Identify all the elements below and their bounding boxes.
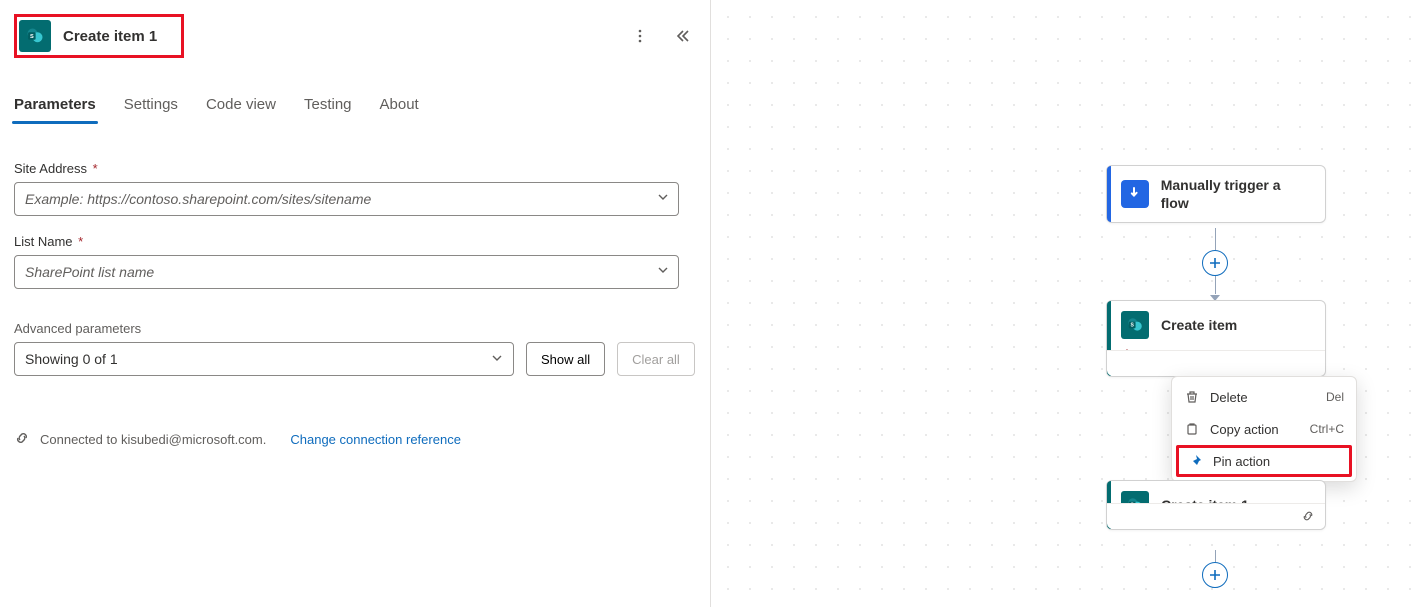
card-footer	[1107, 350, 1325, 376]
menu-delete-label: Delete	[1210, 390, 1248, 405]
add-step-button[interactable]	[1202, 250, 1228, 276]
tab-code-view[interactable]: Code view	[206, 96, 276, 123]
link-icon	[1301, 509, 1315, 528]
sharepoint-icon: S	[1121, 311, 1149, 339]
tab-testing[interactable]: Testing	[304, 96, 352, 123]
connector-line	[1215, 550, 1216, 562]
required-marker: *	[93, 161, 98, 176]
flow-canvas[interactable]: Manually trigger a flow S Create item	[710, 0, 1423, 607]
required-marker: *	[78, 234, 83, 249]
trigger-title: Manually trigger a flow	[1161, 176, 1311, 212]
panel-header-actions	[628, 24, 696, 48]
create-item-1-card[interactable]: S Create item 1	[1106, 480, 1326, 530]
trigger-card[interactable]: Manually trigger a flow	[1106, 165, 1326, 223]
menu-copy[interactable]: Copy action Ctrl+C	[1172, 413, 1356, 445]
create-item-card[interactable]: S Create item Invalid parameters	[1106, 300, 1326, 377]
menu-delete-shortcut: Del	[1326, 390, 1344, 404]
advanced-showing-select[interactable]: Showing 0 of 1	[14, 342, 514, 376]
svg-text:S: S	[30, 34, 34, 40]
menu-delete[interactable]: Delete Del	[1172, 381, 1356, 413]
tab-about[interactable]: About	[380, 96, 419, 123]
site-address-label: Site Address	[14, 161, 87, 176]
context-menu: Delete Del Copy action Ctrl+C Pin action	[1171, 376, 1357, 482]
menu-pin-label: Pin action	[1213, 454, 1270, 469]
create-item-title: Create item	[1161, 316, 1237, 334]
clipboard-icon	[1184, 421, 1200, 437]
advanced-showing-text: Showing 0 of 1	[25, 351, 118, 367]
connector-line	[1215, 228, 1216, 250]
panel-title[interactable]: Create item 1	[63, 28, 157, 45]
tab-settings[interactable]: Settings	[124, 96, 178, 123]
panel-header: S Create item 1	[14, 14, 696, 58]
trash-icon	[1184, 389, 1200, 405]
pin-icon	[1187, 453, 1203, 469]
chevron-down-icon	[491, 351, 503, 367]
touch-icon	[1121, 180, 1149, 208]
tab-parameters[interactable]: Parameters	[14, 96, 96, 123]
list-name-input[interactable]	[14, 255, 679, 289]
panel-title-highlight: S Create item 1	[14, 14, 184, 58]
card-accent	[1107, 166, 1111, 222]
action-config-panel: S Create item 1 Parameters Settings Code…	[0, 0, 710, 607]
list-name-label: List Name	[14, 234, 73, 249]
card-footer	[1107, 503, 1325, 529]
change-connection-link[interactable]: Change connection reference	[290, 432, 461, 447]
clear-all-button: Clear all	[617, 342, 695, 376]
link-icon	[14, 430, 30, 449]
menu-copy-shortcut: Ctrl+C	[1310, 422, 1344, 436]
advanced-label: Advanced parameters	[14, 321, 696, 336]
list-name-field: List Name *	[14, 234, 696, 289]
add-step-button[interactable]	[1202, 562, 1228, 588]
more-options-icon[interactable]	[628, 24, 652, 48]
site-address-input[interactable]	[14, 182, 679, 216]
connection-row: Connected to kisubedi@microsoft.com. Cha…	[14, 430, 696, 449]
show-all-button[interactable]: Show all	[526, 342, 605, 376]
sharepoint-icon: S	[19, 20, 51, 52]
site-address-field: Site Address *	[14, 161, 696, 216]
panel-tabs: Parameters Settings Code view Testing Ab…	[14, 96, 696, 123]
menu-copy-label: Copy action	[1210, 422, 1279, 437]
connection-text: Connected to kisubedi@microsoft.com.	[40, 432, 266, 447]
advanced-parameters: Advanced parameters Showing 0 of 1 Show …	[14, 321, 696, 376]
collapse-panel-icon[interactable]	[670, 24, 694, 48]
parameters-form: Site Address * List Name *	[14, 161, 696, 449]
menu-pin[interactable]: Pin action	[1176, 445, 1352, 477]
